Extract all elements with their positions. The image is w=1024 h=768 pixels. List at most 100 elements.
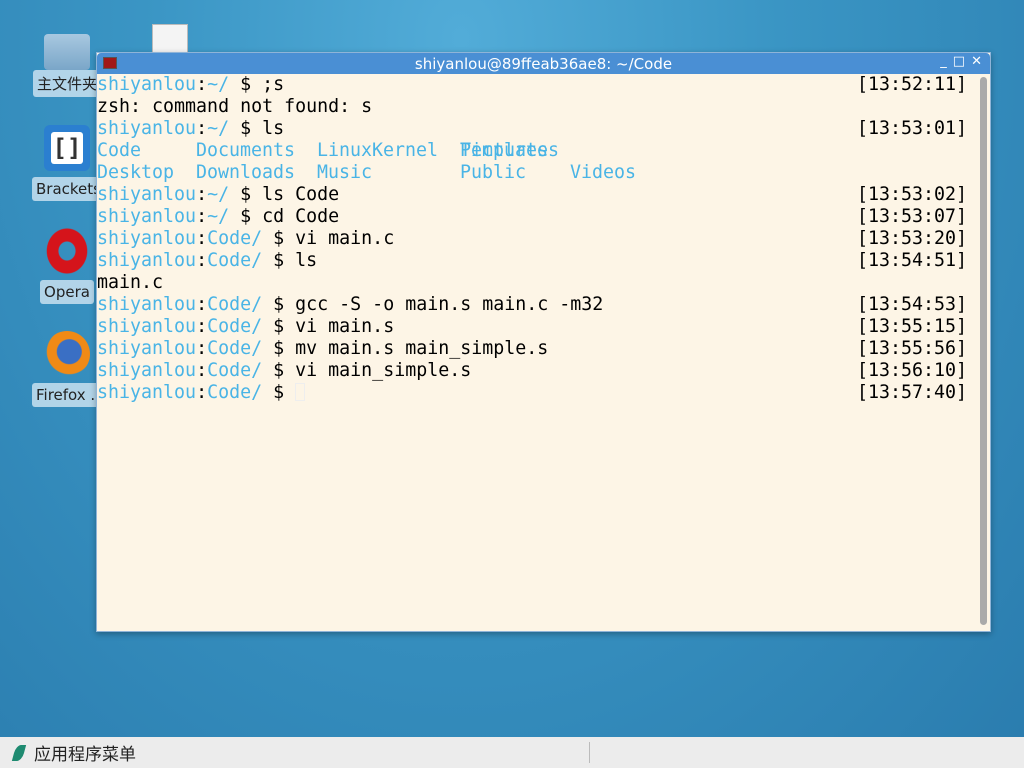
window-title: shiyanlou@89ffeab36ae8: ~/Code xyxy=(414,54,673,73)
command-text: cd Code xyxy=(262,206,340,227)
prompt-line: shiyanlou:Code/ $ vi main_simple.s [13:56… xyxy=(97,360,977,382)
prompt-line: shiyanlou:Code/ $ ls [13:54:51] xyxy=(97,250,977,272)
opera-icon xyxy=(46,228,88,274)
ls-entry: Music xyxy=(317,162,373,183)
timestamp: [13:57:40] xyxy=(857,382,968,403)
terminal-window[interactable]: shiyanlou@89ffeab36ae8: ~/Code _ □ ✕ shi… xyxy=(96,52,991,632)
timestamp: [13:52:11] xyxy=(857,74,968,95)
prompt-path: Code/ xyxy=(207,294,263,315)
ls-output-line: Code Documents LinuxKernel Pictures Template… xyxy=(97,140,977,162)
command-text: vi main_simple.s xyxy=(295,360,472,381)
timestamp: [13:53:01] xyxy=(857,118,968,139)
prompt-symbol: $ xyxy=(262,382,296,403)
prompt-line: shiyanlou:~/ $ cd Code [13:53:07] xyxy=(97,206,977,228)
prompt-path: Code/ xyxy=(207,316,263,337)
prompt-path: ~/ xyxy=(207,118,230,139)
command-text: vi main.s xyxy=(295,316,395,337)
close-button[interactable]: ✕ xyxy=(971,54,982,69)
prompt-line: shiyanlou:Code/ $ vi main.s [13:55:15] xyxy=(97,316,977,338)
prompt-user: shiyanlou xyxy=(97,360,197,381)
terminal-output[interactable]: shiyanlou:~/ $ ;s [13:52:11] zsh: command … xyxy=(97,74,977,404)
timestamp: [13:53:20] xyxy=(857,228,968,249)
ls-entry: LinuxKernel xyxy=(317,140,439,161)
prompt-path: Code/ xyxy=(207,338,263,359)
prompt-user: shiyanlou xyxy=(97,184,197,205)
command-text: ;s xyxy=(262,74,285,95)
terminal-cursor xyxy=(295,383,306,401)
taskbar-divider xyxy=(589,742,590,763)
output-line: zsh: command not found: s xyxy=(97,96,977,118)
prompt-symbol: $ xyxy=(262,250,296,271)
prompt-user: shiyanlou xyxy=(97,228,197,249)
maximize-button[interactable]: □ xyxy=(953,54,965,69)
taskbar: 应用程序菜单 xyxy=(0,737,1024,768)
desktop-icon-label: Opera xyxy=(40,280,94,304)
command-text: gcc -S -o main.s main.c -m32 xyxy=(295,294,604,315)
scrollbar[interactable] xyxy=(980,77,987,625)
prompt-separator: : xyxy=(196,338,208,359)
desktop-icon-label: 主文件夹 xyxy=(32,70,101,97)
firefox-icon xyxy=(44,331,90,377)
ls-entry: Public xyxy=(460,162,527,183)
output-text: zsh: command not found: s xyxy=(97,96,373,117)
app-menu-button[interactable]: 应用程序菜单 xyxy=(34,740,136,765)
timestamp: [13:55:56] xyxy=(857,338,968,359)
timestamp: [13:53:02] xyxy=(857,184,968,205)
minimize-button[interactable]: _ xyxy=(940,54,947,69)
desktop-icon-label: Firefox ... xyxy=(32,383,102,407)
text-editor-desktop-icon[interactable] xyxy=(152,24,188,54)
ls-entry: Desktop xyxy=(97,162,175,183)
command-text: ls Code xyxy=(262,184,340,205)
prompt-line: shiyanlou:~/ $ ls Code [13:53:02] xyxy=(97,184,977,206)
prompt-symbol: $ xyxy=(229,206,263,227)
prompt-symbol: $ xyxy=(262,316,296,337)
prompt-symbol: $ xyxy=(229,118,263,139)
terminal-app-icon xyxy=(103,57,117,69)
desktop-icon-brackets[interactable]: [] Brackets xyxy=(30,125,104,201)
output-text: main.c xyxy=(97,272,164,293)
prompt-separator: : xyxy=(196,184,208,205)
prompt-symbol: $ xyxy=(262,338,296,359)
output-line: main.c xyxy=(97,272,977,294)
command-text: vi main.c xyxy=(295,228,395,249)
ls-entry: Code xyxy=(97,140,142,161)
prompt-user: shiyanlou xyxy=(97,294,197,315)
command-text: ls xyxy=(262,118,285,139)
prompt-separator: : xyxy=(196,294,208,315)
prompt-symbol: $ xyxy=(229,184,263,205)
prompt-separator: : xyxy=(196,118,208,139)
window-titlebar[interactable]: shiyanlou@89ffeab36ae8: ~/Code _ □ ✕ xyxy=(97,53,990,74)
timestamp: [13:54:53] xyxy=(857,294,968,315)
ls-output-line: Desktop Downloads Music Public Videos xyxy=(97,162,977,184)
prompt-path: Code/ xyxy=(207,228,263,249)
command-text: ls xyxy=(295,250,318,271)
prompt-separator: : xyxy=(196,360,208,381)
ls-entry: Templates xyxy=(460,140,560,161)
desktop-icon-opera[interactable]: Opera xyxy=(30,228,104,304)
prompt-user: shiyanlou xyxy=(97,206,197,227)
timestamp: [13:55:15] xyxy=(857,316,968,337)
prompt-user: shiyanlou xyxy=(97,382,197,403)
prompt-line: shiyanlou:~/ $ ;s [13:52:11] xyxy=(97,74,977,96)
prompt-user: shiyanlou xyxy=(97,74,197,95)
app-menu-logo-icon[interactable] xyxy=(11,744,27,761)
prompt-user: shiyanlou xyxy=(97,118,197,139)
brackets-icon: [] xyxy=(44,125,90,171)
prompt-path: ~/ xyxy=(207,184,230,205)
prompt-separator: : xyxy=(196,228,208,249)
prompt-path: Code/ xyxy=(207,382,263,403)
timestamp: [13:56:10] xyxy=(857,360,968,381)
prompt-symbol: $ xyxy=(229,74,263,95)
prompt-separator: : xyxy=(196,74,208,95)
prompt-separator: : xyxy=(196,382,208,403)
ls-entry: Videos xyxy=(570,162,637,183)
prompt-path: ~/ xyxy=(207,206,230,227)
prompt-separator: : xyxy=(196,206,208,227)
desktop-icon-home[interactable]: 主文件夹 xyxy=(30,28,104,97)
desktop-icon-firefox[interactable]: Firefox ... xyxy=(30,331,104,407)
prompt-path: Code/ xyxy=(207,250,263,271)
prompt-symbol: $ xyxy=(262,360,296,381)
prompt-separator: : xyxy=(196,316,208,337)
ls-entry: Downloads xyxy=(196,162,296,183)
prompt-path: ~/ xyxy=(207,74,230,95)
